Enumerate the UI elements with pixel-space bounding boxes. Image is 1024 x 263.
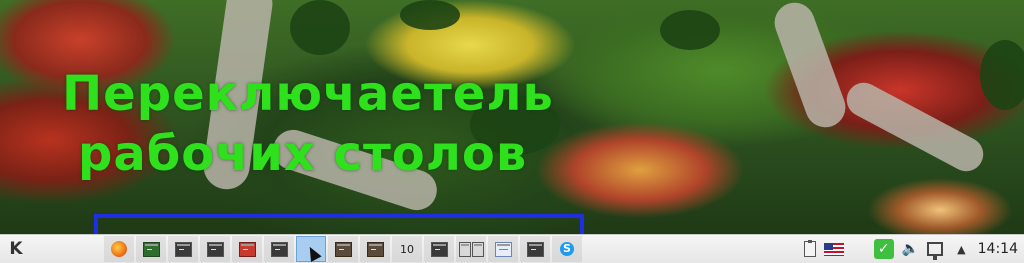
clock-time: 14:14 <box>977 241 1018 257</box>
kde-logo-icon[interactable]: K <box>4 238 28 260</box>
pager-desktop-14[interactable] <box>520 236 550 262</box>
pager-desktop-9[interactable] <box>360 236 390 262</box>
garden-path <box>768 0 852 133</box>
terminal-icon <box>206 241 224 257</box>
pager-desktop-15[interactable]: S <box>552 236 582 262</box>
tray-expand-button[interactable]: ▲ <box>957 235 977 263</box>
updates-tray-item[interactable]: ✓ <box>873 235 902 263</box>
terminal-icon <box>270 241 288 257</box>
gimp-icon <box>334 241 352 257</box>
triangle-up-icon: ▲ <box>957 242 966 256</box>
us-flag-icon <box>823 242 844 256</box>
firefox-icon <box>111 241 127 257</box>
hedge <box>400 0 460 30</box>
terminal-icon <box>526 241 544 257</box>
checkmark-icon: ✓ <box>873 239 894 259</box>
pager-desktop-5[interactable] <box>232 236 262 262</box>
caption-line-1: Переключаетель <box>62 66 554 122</box>
digital-clock[interactable]: 14:14 <box>978 235 1024 263</box>
system-tray: ✓ 🔈 ▲ 14:14 <box>803 235 1024 263</box>
hedge <box>980 40 1024 110</box>
red-app-icon <box>238 241 256 257</box>
desktop-pager: 10 S <box>104 236 582 262</box>
hedge <box>660 10 720 50</box>
volume-tray-item[interactable]: 🔈 <box>902 235 927 263</box>
clipboard-icon <box>803 240 816 257</box>
pager-desktop-2[interactable] <box>136 236 166 262</box>
pager-desktop-3[interactable] <box>168 236 198 262</box>
document-icon <box>494 241 512 257</box>
network-tray-item[interactable] <box>927 235 957 263</box>
pager-desktop-8[interactable] <box>328 236 358 262</box>
skype-icon: S <box>560 242 574 256</box>
keyboard-layout-tray-item[interactable] <box>823 235 874 263</box>
clipboard-tray-item[interactable] <box>803 235 824 263</box>
pager-desktop-13[interactable] <box>488 236 518 262</box>
speaker-icon: 🔈 <box>901 241 920 257</box>
pager-desktop-4[interactable] <box>200 236 230 262</box>
network-icon <box>927 242 944 260</box>
garden-path <box>840 76 990 178</box>
pager-desktop-1[interactable] <box>104 236 134 262</box>
panel-taskbar: K 10 S ✓ 🔈 ▲ 14:14 <box>0 234 1024 263</box>
terminal-icon <box>174 241 192 257</box>
pager-desktop-6[interactable] <box>264 236 294 262</box>
terminal-green-icon <box>142 241 160 257</box>
pager-desktop-7[interactable] <box>296 236 326 262</box>
pager-desktop-10[interactable]: 10 <box>392 236 422 262</box>
gimp-icon <box>366 241 384 257</box>
dotted-window-icon <box>458 241 471 257</box>
terminal-icon <box>430 241 448 257</box>
mouse-cursor-icon <box>304 244 322 262</box>
pager-desktop-11[interactable] <box>424 236 454 262</box>
pager-desktop-12[interactable] <box>456 236 486 262</box>
hedge <box>290 0 350 55</box>
overlay-caption: Переключаетель рабочих столов <box>62 64 554 184</box>
dotted-window-icon <box>471 241 484 257</box>
caption-line-2: рабочих столов <box>78 126 528 182</box>
pager-desktop-label: 10 <box>400 242 414 256</box>
